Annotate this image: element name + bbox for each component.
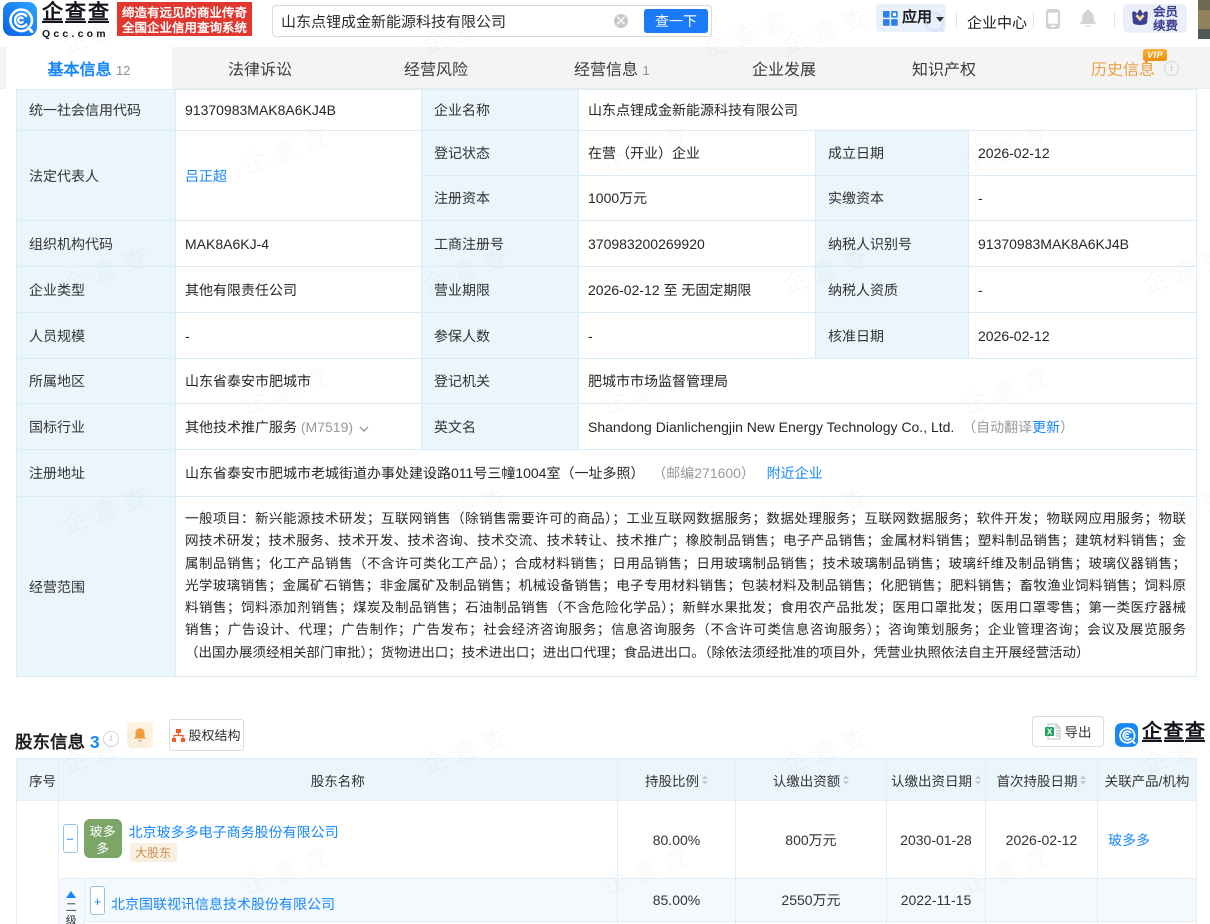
svg-text:X: X (1046, 728, 1052, 737)
